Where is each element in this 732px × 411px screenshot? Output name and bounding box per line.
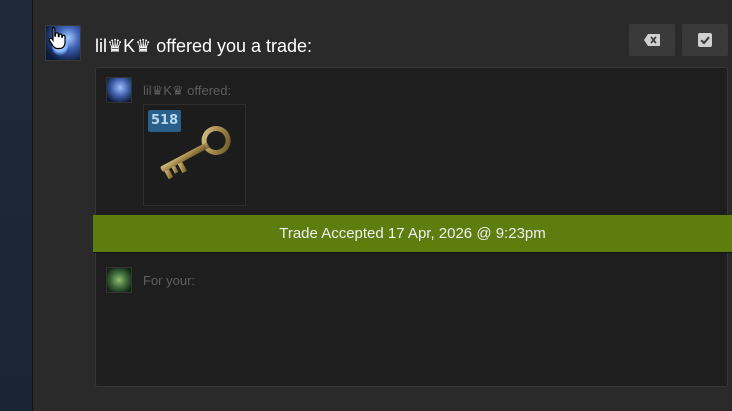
checkbox-icon <box>698 33 712 47</box>
offer-label-suffix: offered: <box>183 83 232 98</box>
notification-title: lil♛K♛ offered you a trade: <box>95 35 312 57</box>
request-label: For your: <box>143 273 196 288</box>
offer-label: lil♛K♛ offered: <box>143 83 231 99</box>
dismiss-icon <box>644 34 660 46</box>
acknowledge-button[interactable] <box>682 24 728 56</box>
hand-cursor-icon <box>48 26 66 50</box>
left-sidebar <box>0 0 33 411</box>
offer-user-avatar[interactable] <box>106 77 132 103</box>
key-icon <box>160 125 231 180</box>
offer-user-name[interactable]: lil♛K♛ <box>143 83 184 98</box>
dismiss-button[interactable] <box>629 24 675 56</box>
sender-name[interactable]: lil♛K♛ <box>95 36 151 56</box>
trade-status-banner: Trade Accepted 17 Apr, 2026 @ 9:23pm <box>93 215 732 253</box>
title-suffix: offered you a trade: <box>151 36 313 56</box>
request-user-avatar[interactable] <box>106 267 132 293</box>
